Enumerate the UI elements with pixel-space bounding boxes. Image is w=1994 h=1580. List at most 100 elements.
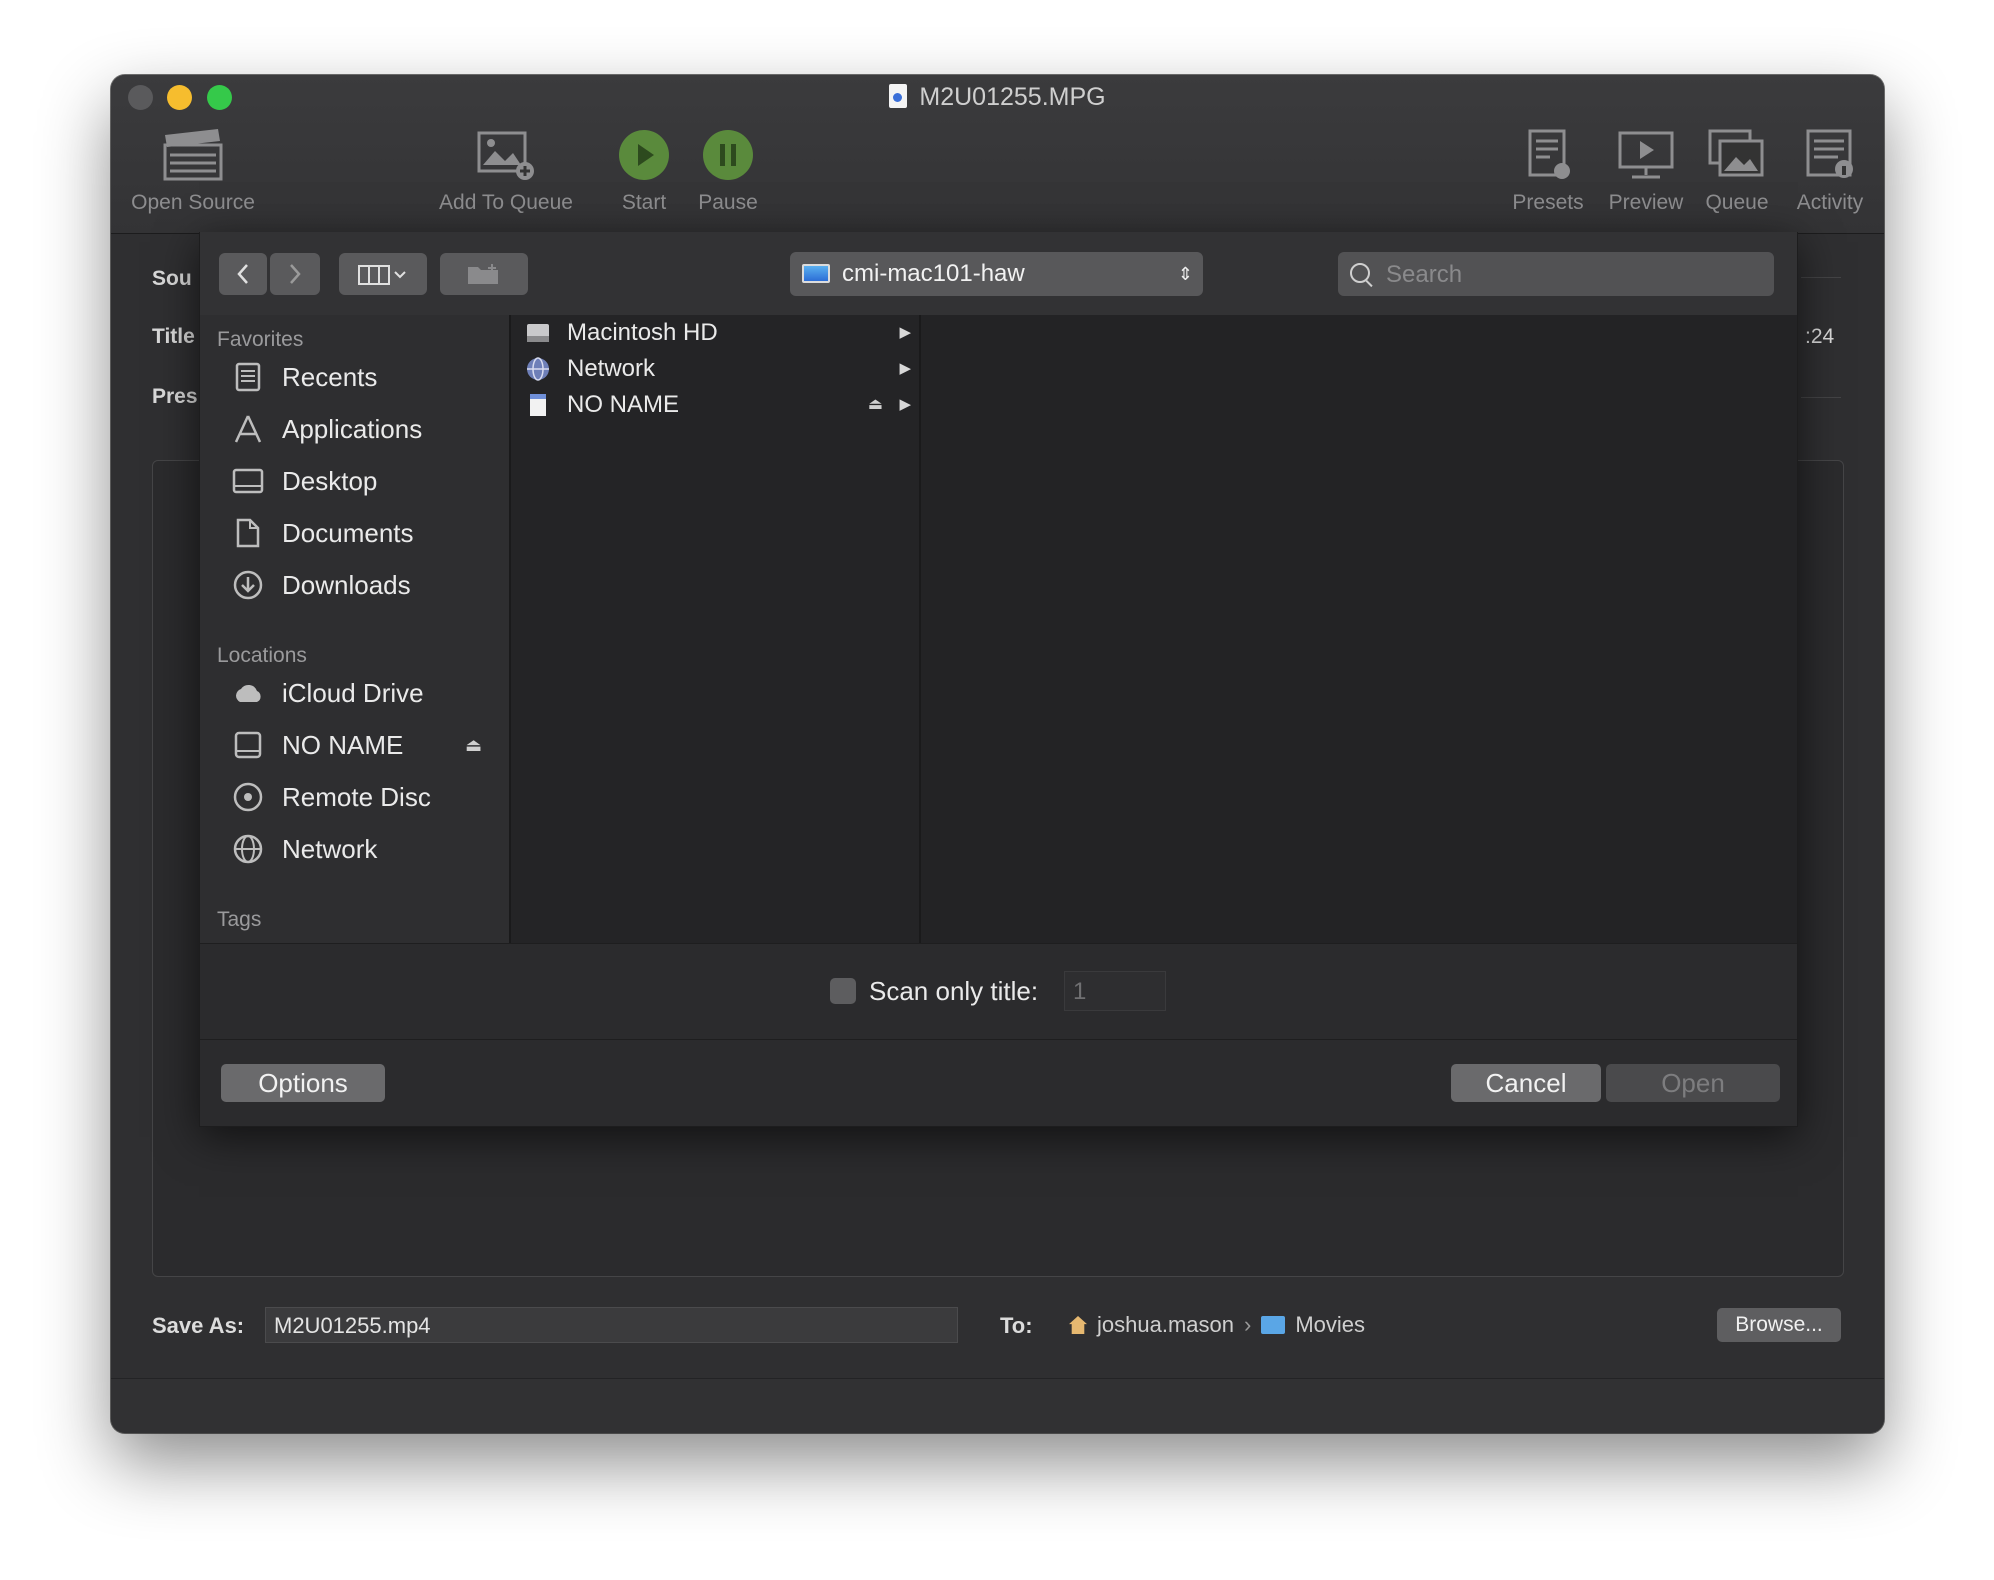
activity-button[interactable]: Activity bbox=[1785, 127, 1875, 215]
source-label: Sou bbox=[152, 267, 192, 290]
browser-column-2 bbox=[921, 315, 1797, 943]
pause-label: Pause bbox=[698, 191, 758, 214]
folder-icon bbox=[1261, 1316, 1286, 1334]
open-source-label: Open Source bbox=[131, 191, 255, 214]
columns-view-icon bbox=[358, 265, 406, 285]
play-icon bbox=[619, 130, 669, 180]
presets-label: Presets bbox=[1512, 191, 1584, 214]
desktop-icon bbox=[232, 468, 264, 494]
cancel-button[interactable]: Cancel bbox=[1451, 1064, 1601, 1102]
eject-icon[interactable]: ⏏ bbox=[868, 387, 883, 423]
queue-icon bbox=[1708, 129, 1764, 177]
list-item-network[interactable]: Network ▶ bbox=[511, 351, 919, 387]
sidebar: Favorites Recents Applications Desktop D… bbox=[200, 315, 511, 943]
window-title-text: M2U01255.MPG bbox=[919, 83, 1106, 111]
forward-button[interactable] bbox=[270, 253, 320, 295]
chevron-right-icon bbox=[290, 264, 301, 284]
save-as-label: Save As: bbox=[152, 1313, 245, 1338]
sidebar-item-recents[interactable]: Recents bbox=[232, 357, 502, 397]
hard-drive-icon bbox=[527, 324, 549, 342]
drive-icon bbox=[234, 731, 262, 759]
back-button[interactable] bbox=[219, 253, 267, 295]
destination-path[interactable]: joshua.mason › Movies bbox=[1069, 1312, 1365, 1338]
tags-heading: Tags bbox=[217, 908, 262, 931]
activity-label: Activity bbox=[1796, 191, 1864, 214]
disc-icon bbox=[233, 782, 263, 812]
sidebar-item-label: Desktop bbox=[282, 466, 378, 496]
save-as-field[interactable]: M2U01255.mp4 bbox=[265, 1307, 958, 1343]
scan-options-panel: Scan only title: 1 bbox=[200, 943, 1797, 1040]
start-label: Start bbox=[621, 191, 667, 214]
presets-button[interactable]: Presets bbox=[1503, 127, 1593, 215]
add-photo-icon bbox=[477, 131, 534, 180]
sidebar-item-documents[interactable]: Documents bbox=[232, 513, 502, 553]
pause-button[interactable]: Pause bbox=[683, 127, 773, 215]
scan-title-number-field[interactable]: 1 bbox=[1064, 971, 1166, 1011]
duration-text: :24 bbox=[1805, 325, 1835, 348]
activity-icon bbox=[1806, 129, 1853, 178]
sidebar-item-label: iCloud Drive bbox=[282, 678, 424, 708]
sidebar-item-no-name[interactable]: NO NAME ⏏ bbox=[232, 725, 502, 765]
title-bar: M2U01255.MPG Open Source Add To Queue St… bbox=[111, 75, 1884, 234]
status-bar bbox=[111, 1378, 1884, 1433]
start-button[interactable]: Start bbox=[604, 127, 684, 215]
list-item-no-name[interactable]: NO NAME ⏏ ▶ bbox=[511, 387, 919, 423]
add-to-queue-label: Add To Queue bbox=[439, 191, 573, 214]
pause-icon bbox=[703, 130, 753, 180]
home-icon bbox=[1069, 1316, 1087, 1334]
sidebar-item-label: Applications bbox=[282, 414, 423, 444]
sidebar-item-network[interactable]: Network bbox=[232, 829, 502, 869]
preview-button[interactable]: Preview bbox=[1601, 127, 1691, 215]
disclosure-arrow-icon: ▶ bbox=[899, 324, 911, 341]
browse-button[interactable]: Browse... bbox=[1717, 1308, 1841, 1342]
preset-label: Pres bbox=[152, 385, 198, 408]
queue-button[interactable]: Queue bbox=[1697, 127, 1777, 215]
eject-icon[interactable]: ⏏ bbox=[465, 725, 482, 765]
sidebar-item-desktop[interactable]: Desktop bbox=[232, 461, 502, 501]
location-text: cmi-mac101-haw bbox=[842, 260, 1025, 287]
path-folder: Movies bbox=[1295, 1312, 1365, 1337]
options-button[interactable]: Options bbox=[221, 1064, 385, 1102]
chevron-left-icon bbox=[237, 264, 248, 284]
up-down-chevron-icon: ⇕ bbox=[1177, 264, 1193, 284]
downloads-icon bbox=[233, 570, 263, 600]
path-separator: › bbox=[1243, 1312, 1252, 1337]
new-folder-button[interactable] bbox=[440, 253, 528, 295]
open-source-button[interactable]: Open Source bbox=[123, 127, 263, 215]
sd-card-icon bbox=[530, 394, 546, 416]
divider bbox=[1801, 397, 1841, 398]
list-item-label: Network bbox=[567, 355, 656, 382]
divider bbox=[1801, 277, 1841, 278]
list-item-label: Macintosh HD bbox=[567, 319, 718, 346]
sidebar-item-remote-disc[interactable]: Remote Disc bbox=[232, 777, 502, 817]
destination-label: To: bbox=[1000, 1313, 1033, 1338]
sidebar-item-downloads[interactable]: Downloads bbox=[232, 565, 502, 605]
preview-label: Preview bbox=[1608, 191, 1684, 214]
documents-icon bbox=[236, 518, 260, 548]
search-field[interactable] bbox=[1338, 252, 1774, 298]
list-item-macintosh-hd[interactable]: Macintosh HD ▶ bbox=[511, 315, 919, 351]
sidebar-item-label: Downloads bbox=[282, 570, 411, 600]
sidebar-item-applications[interactable]: Applications bbox=[232, 409, 502, 449]
search-input[interactable] bbox=[1384, 252, 1758, 298]
queue-label: Queue bbox=[1705, 191, 1769, 214]
add-to-queue-button[interactable]: Add To Queue bbox=[431, 127, 581, 215]
network-globe-icon bbox=[527, 357, 549, 381]
sidebar-item-label: Recents bbox=[282, 362, 378, 392]
network-icon bbox=[233, 834, 263, 864]
open-button[interactable]: Open bbox=[1606, 1064, 1780, 1102]
sidebar-item-label: NO NAME bbox=[282, 730, 404, 760]
view-mode-button[interactable] bbox=[339, 253, 427, 295]
sidebar-item-label: Remote Disc bbox=[282, 782, 431, 812]
clapperboard-icon bbox=[163, 129, 223, 181]
handbrake-window: M2U01255.MPG Open Source Add To Queue St… bbox=[111, 75, 1884, 1433]
window-title: M2U01255.MPG bbox=[111, 83, 1884, 112]
search-icon bbox=[1350, 263, 1370, 283]
sidebar-item-icloud-drive[interactable]: iCloud Drive bbox=[232, 673, 502, 713]
browser-column-1: Macintosh HD ▶ Network ▶ NO NAME ⏏ ▶ bbox=[511, 315, 921, 943]
list-item-label: NO NAME bbox=[567, 391, 680, 418]
location-popup[interactable]: cmi-mac101-haw ⇕ bbox=[790, 252, 1203, 296]
title-label: Title bbox=[152, 325, 195, 348]
presets-icon bbox=[1528, 129, 1570, 179]
scan-only-title-checkbox[interactable] bbox=[830, 978, 856, 1004]
